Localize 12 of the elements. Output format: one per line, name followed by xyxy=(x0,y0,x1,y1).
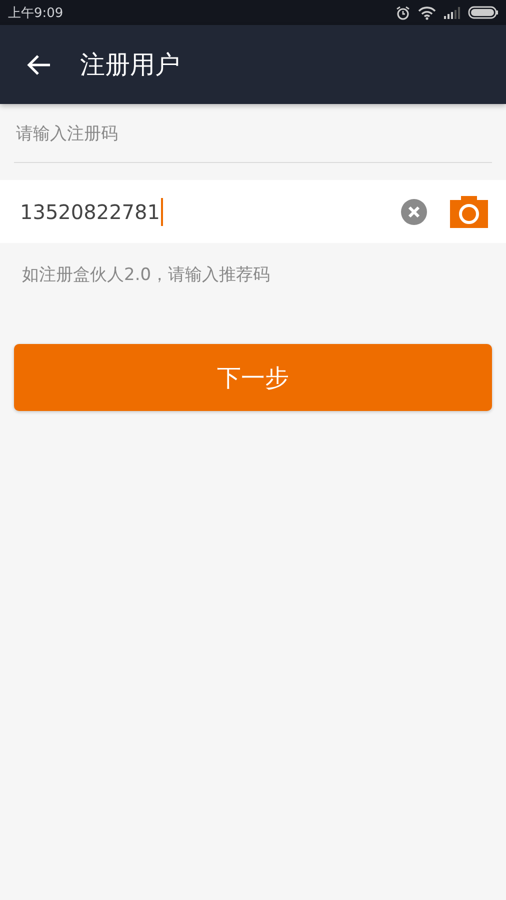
alarm-icon xyxy=(396,6,410,20)
clear-button[interactable] xyxy=(400,198,428,226)
clock-time: 上午9:09 xyxy=(8,4,64,22)
page-title: 注册用户 xyxy=(80,49,180,81)
field-label: 请输入注册码 xyxy=(14,122,492,163)
hint-text: 如注册盒伙人2.0，请输入推荐码 xyxy=(22,264,272,286)
input-field[interactable]: 13520822781 xyxy=(20,198,400,226)
wifi-icon xyxy=(418,6,436,20)
camera-button[interactable] xyxy=(450,195,488,228)
battery-icon xyxy=(468,6,498,19)
back-button[interactable] xyxy=(26,54,52,76)
signal-icon xyxy=(444,6,460,18)
